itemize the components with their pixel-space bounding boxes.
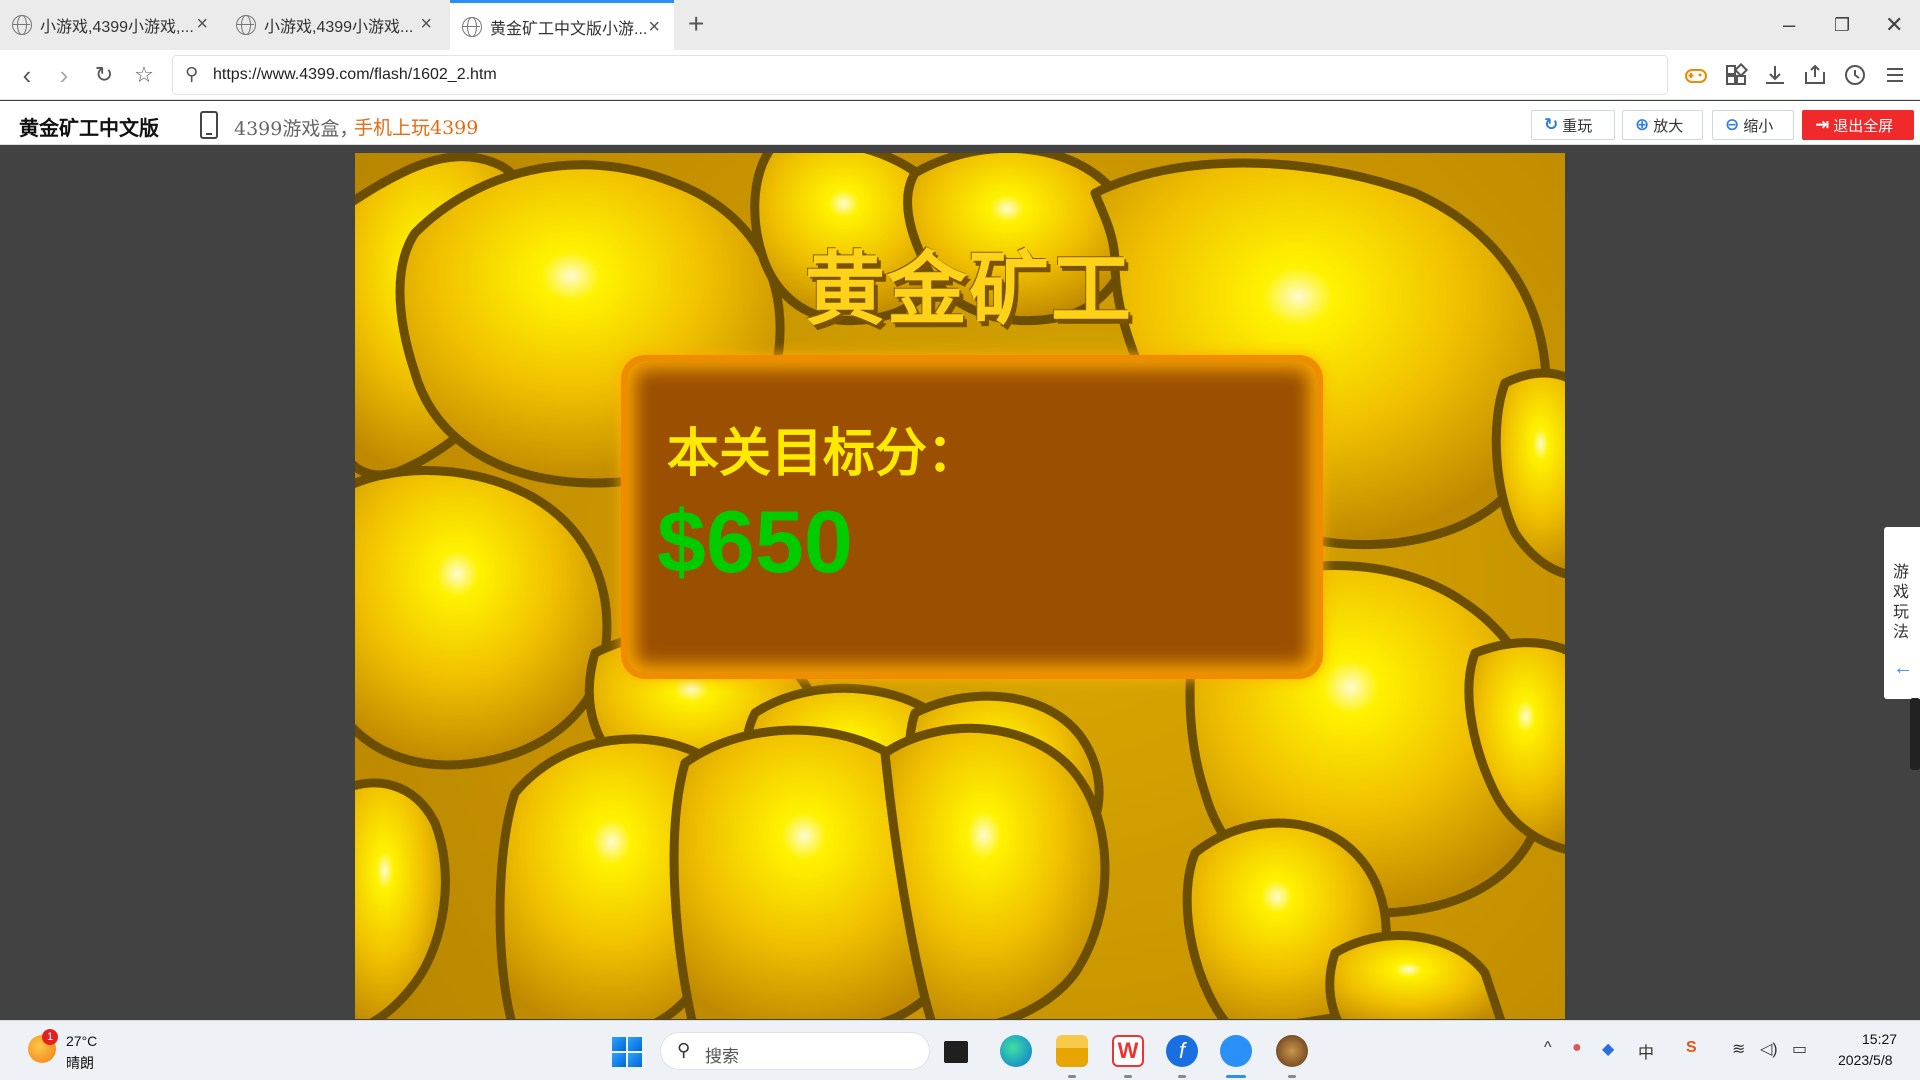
volume-icon[interactable]: ◁)	[1760, 1039, 1778, 1059]
battery-icon[interactable]: ▭	[1792, 1039, 1807, 1059]
game-canvas[interactable]: 黄金矿工 本关目标分： $650	[355, 153, 1565, 1019]
task-view-icon[interactable]	[944, 1041, 968, 1063]
arrow-left-icon: ←	[1893, 657, 1913, 679]
running-indicator	[1068, 1075, 1076, 1078]
zoom-in-label: 放大	[1653, 117, 1684, 135]
zoom-out-icon: ⊖	[1725, 115, 1740, 134]
new-tab-button[interactable]: +	[688, 8, 704, 40]
search-placeholder: 搜索	[705, 1047, 739, 1066]
tab-strip: 小游戏,4399小游戏,... × 小游戏,4399小游戏... × 黄金矿工中…	[0, 0, 1920, 50]
zoom-out-label: 缩小	[1743, 117, 1774, 135]
page-title: 黄金矿工中文版	[19, 118, 159, 140]
tab-2[interactable]: 小游戏,4399小游戏... ×	[224, 0, 446, 50]
close-icon[interactable]: ×	[196, 14, 208, 34]
refresh-icon: ↻	[1544, 115, 1559, 134]
target-score-panel: 本关目标分： $650	[627, 361, 1317, 673]
tab-title: 小游戏,4399小游戏,...	[40, 19, 194, 36]
running-indicator	[1288, 1075, 1296, 1078]
clock-time[interactable]: 15:27	[1862, 1031, 1897, 1047]
game-title: 黄金矿工	[805, 243, 1133, 336]
game-app-icon[interactable]	[1276, 1035, 1308, 1067]
exit-fullscreen-label: 退出全屏	[1833, 117, 1894, 135]
promo-text[interactable]: 4399游戏盒，	[234, 114, 358, 141]
wps-icon[interactable]: W	[1112, 1035, 1144, 1067]
game-guide-tab[interactable]: 游戏玩法 ←	[1884, 527, 1920, 699]
sogou-icon[interactable]: S	[1686, 1039, 1697, 1057]
wifi-icon[interactable]: ≋	[1732, 1039, 1745, 1059]
restore-icon[interactable]: ❐	[1834, 12, 1850, 38]
weather-condition[interactable]: 晴朗	[66, 1053, 94, 1073]
minimize-icon[interactable]: –	[1783, 12, 1795, 38]
menu-icon[interactable]	[1882, 62, 1908, 88]
apps-icon[interactable]	[1723, 62, 1749, 88]
active-indicator	[1226, 1075, 1246, 1078]
zoom-in-icon: ⊕	[1635, 115, 1650, 134]
chevron-up-icon[interactable]: ^	[1544, 1039, 1552, 1057]
phone-icon	[200, 111, 218, 139]
zoom-in-button[interactable]: ⊕ 放大	[1622, 110, 1703, 140]
running-indicator	[1124, 1075, 1132, 1078]
side-scrollbar[interactable]	[1910, 698, 1920, 770]
replay-label: 重玩	[1562, 117, 1593, 135]
notification-badge: 1	[42, 1029, 58, 1045]
promo-link[interactable]: 手机上玩4399	[354, 113, 478, 140]
tab-3-active[interactable]: 黄金矿工中文版小游... ×	[450, 0, 674, 50]
running-indicator	[1178, 1075, 1186, 1078]
browser-app-icon[interactable]	[1220, 1035, 1252, 1067]
ime-indicator[interactable]: 中	[1638, 1039, 1654, 1063]
qq-icon[interactable]: ●	[1572, 1039, 1582, 1057]
replay-button[interactable]: ↻ 重玩	[1531, 110, 1615, 140]
site-toolbar: 黄金矿工中文版 4399游戏盒， 手机上玩4399 ↻ 重玩 ⊕ 放大 ⊖ 缩小…	[0, 101, 1920, 145]
clock-date[interactable]: 2023/5/8	[1838, 1052, 1893, 1068]
exit-fullscreen-button[interactable]: ⇥ 退出全屏	[1802, 110, 1914, 140]
taskbar: 1 27°C 晴朗 ⚲ 搜索 W f ^ ● ◆ 中 S ≋ ◁) ▭ 15:2…	[0, 1020, 1920, 1080]
windows-start-icon[interactable]	[612, 1037, 642, 1067]
url-text[interactable]: https://www.4399.com/flash/1602_2.htm	[213, 66, 497, 84]
exit-icon: ⇥	[1815, 115, 1830, 134]
game-guide-label: 游戏玩法	[1893, 564, 1910, 641]
flash-player-icon[interactable]: f	[1166, 1035, 1198, 1067]
search-icon: ⚲	[185, 64, 199, 84]
shield-icon[interactable]: ◆	[1602, 1039, 1614, 1059]
globe-icon	[12, 15, 32, 35]
address-bar[interactable]: ⚲ https://www.4399.com/flash/1602_2.htm	[172, 55, 1668, 95]
taskbar-search[interactable]: ⚲ 搜索	[660, 1032, 930, 1070]
tab-title: 小游戏,4399小游戏...	[264, 19, 414, 36]
zoom-out-button[interactable]: ⊖ 缩小	[1712, 110, 1794, 140]
weather-temperature[interactable]: 27°C	[66, 1033, 97, 1049]
star-icon[interactable]: ☆	[129, 60, 159, 90]
globe-icon	[462, 16, 482, 37]
reload-icon[interactable]: ↻	[89, 60, 119, 90]
close-icon[interactable]: ×	[420, 14, 432, 34]
search-icon: ⚲	[677, 1040, 691, 1060]
tab-title: 黄金矿工中文版小游...	[490, 20, 648, 38]
tab-1[interactable]: 小游戏,4399小游戏,... ×	[0, 0, 222, 50]
edge-icon[interactable]	[1000, 1035, 1032, 1067]
close-icon[interactable]: ×	[648, 17, 660, 37]
forward-icon[interactable]: ›	[49, 60, 79, 90]
window-close-icon[interactable]: ✕	[1885, 12, 1903, 38]
history-icon[interactable]	[1842, 62, 1868, 88]
download-icon[interactable]	[1762, 62, 1788, 88]
target-score-value: $650	[657, 492, 853, 591]
gamepad-icon[interactable]	[1683, 62, 1709, 88]
share-icon[interactable]	[1802, 62, 1828, 88]
navigation-bar: ‹ › ↻ ☆ ⚲ https://www.4399.com/flash/160…	[0, 50, 1920, 100]
globe-icon	[236, 15, 256, 35]
target-score-label: 本关目标分：	[667, 424, 980, 484]
back-icon[interactable]: ‹	[12, 60, 42, 90]
file-explorer-icon[interactable]	[1056, 1035, 1088, 1067]
